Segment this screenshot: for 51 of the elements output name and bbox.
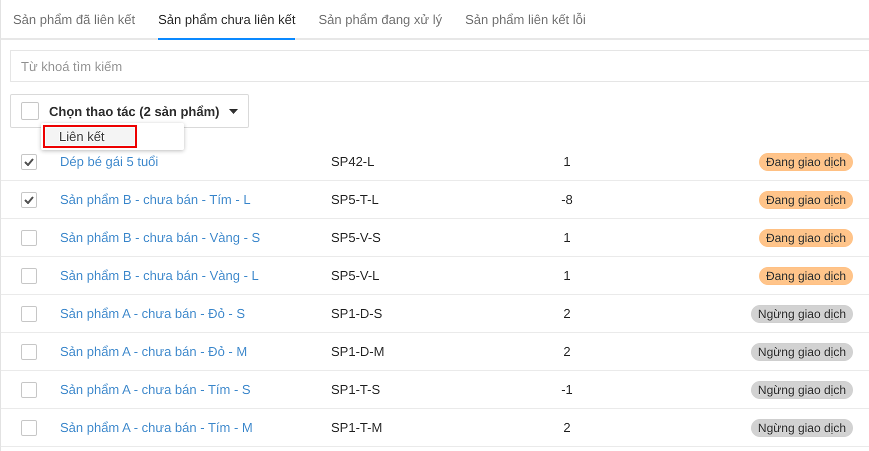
sku-cell-text: SP5-V-S (331, 230, 382, 245)
sku-cell-text: SP1-D-S (331, 306, 384, 321)
sku-cell-text: SP5-V-L (331, 268, 380, 283)
quantity-cell-text: 1 (562, 154, 572, 169)
quantity-cell-text: 2 (562, 420, 572, 435)
quantity-cell-text: -8 (560, 192, 574, 207)
product-link[interactable]: Sản phẩm A - chưa bán - Tím - M (60, 420, 331, 435)
sku-cell-text: SP1-T-M (331, 420, 384, 435)
product-link[interactable]: Sản phẩm A - chưa bán - Tím - S (60, 382, 331, 397)
product-link[interactable]: Sản phẩm B - chưa bán - Tím - L (60, 192, 331, 207)
tab[interactable]: Sản phẩm liên kết lỗi (465, 0, 586, 40)
sku-cell-text: SP1-T-S (331, 382, 382, 397)
product-link[interactable]: Sản phẩm A - chưa bán - Đỏ - S (60, 306, 331, 321)
status-badge: Đang giao dịch (758, 152, 853, 170)
checkbox[interactable] (21, 230, 37, 246)
tab[interactable]: Sản phẩm chưa liên kết (158, 0, 296, 40)
status-badge: Đang giao dịch (758, 190, 853, 208)
status-badge: Ngừng giao dịch (750, 342, 853, 360)
checkbox[interactable] (21, 306, 37, 322)
quantity-cell-text: 1 (562, 268, 572, 283)
search-field[interactable]: Từ khoá tìm kiếm (10, 50, 869, 82)
checkbox[interactable] (21, 102, 39, 120)
status-badge: Ngừng giao dịch (750, 304, 853, 322)
tab[interactable]: Sản phẩm đang xử lý (318, 0, 442, 40)
checkbox[interactable] (21, 268, 37, 284)
status-badge: Ngừng giao dịch (750, 380, 853, 398)
check-icon (24, 158, 34, 166)
checkbox[interactable] (21, 344, 37, 360)
tab[interactable]: Sản phẩm đã liên kết (13, 0, 136, 40)
quantity-cell-text: 1 (562, 230, 572, 245)
sku-cell-text: SP42-L (331, 154, 376, 169)
bulk-action-dropdown[interactable]: Chọn thao tác (2 sản phẩm) (10, 94, 250, 128)
product-link[interactable]: Sản phẩm A - chưa bán - Đỏ - M (60, 344, 331, 359)
quantity-cell-text: 2 (562, 306, 572, 321)
status-badge: Ngừng giao dịch (750, 418, 853, 436)
check-icon (24, 196, 34, 204)
product-link[interactable]: Dép bé gái 5 tuổi (60, 154, 331, 169)
status-badge: Đang giao dịch (758, 228, 853, 246)
sku-cell-text: SP5-T-L (331, 192, 380, 207)
quantity-cell-text: 2 (562, 344, 572, 359)
caret-icon[interactable] (229, 108, 238, 114)
menu-item[interactable]: Liên kết (43, 125, 137, 148)
checkbox[interactable] (21, 154, 37, 170)
sku-cell-text: SP1-D-M (331, 344, 386, 359)
checkbox[interactable] (21, 382, 37, 398)
quantity-cell-text: -1 (560, 382, 574, 397)
product-link[interactable]: Sản phẩm B - chưa bán - Vàng - S (60, 230, 331, 245)
status-badge: Đang giao dịch (758, 266, 853, 284)
checkbox[interactable] (21, 192, 37, 208)
checkbox[interactable] (21, 420, 37, 436)
product-link[interactable]: Sản phẩm B - chưa bán - Vàng - L (60, 268, 331, 283)
